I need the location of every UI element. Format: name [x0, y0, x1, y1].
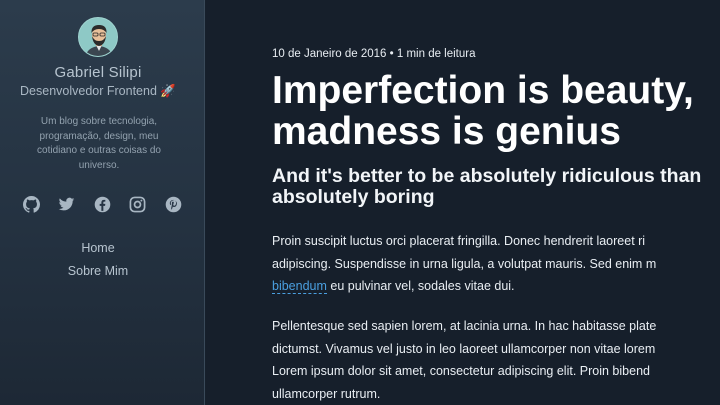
- sidebar-nav: Home Sobre Mim: [0, 237, 196, 283]
- github-icon[interactable]: [22, 195, 40, 213]
- avatar[interactable]: [78, 17, 118, 57]
- post-subtitle: And it's better to be absolutely ridicul…: [272, 166, 720, 208]
- post-meta: 10 de Janeiro de 2016 • 1 min de leitura: [272, 48, 476, 60]
- social-links: [22, 194, 182, 214]
- author-role: Desenvolvedor Frontend 🚀: [20, 84, 176, 98]
- bibendum-link[interactable]: bibendum: [272, 279, 327, 294]
- instagram-icon[interactable]: [129, 195, 147, 213]
- paragraph-1-line-3: eu pulvinar vel, sodales vitae dui.: [326, 279, 515, 293]
- paragraph-2-line-4: ullamcorper rutrum.: [272, 386, 381, 401]
- post-subtitle-line1: And it's better to be absolutely ridicul…: [272, 165, 702, 187]
- paragraph-1-line-1: Proin suscipit luctus orci placerat frin…: [272, 234, 646, 248]
- author-name: Gabriel Silipi: [54, 64, 142, 81]
- paragraph-1-line-2: adipiscing. Suspendisse in urna ligula, …: [272, 256, 657, 271]
- post-paragraph-2: Pellentesque sed sapien lorem, at lacini…: [272, 315, 720, 405]
- paragraph-2-line-2: dictumst. Vivamus vel justo in leo laore…: [272, 341, 656, 356]
- facebook-icon[interactable]: [93, 195, 111, 213]
- sidebar: Gabriel Silipi Desenvolvedor Frontend 🚀 …: [0, 0, 205, 405]
- twitter-icon[interactable]: [58, 195, 76, 213]
- nav-item-home[interactable]: Home: [0, 237, 196, 260]
- post-content: 10 de Janeiro de 2016 • 1 min de leitura…: [206, 0, 720, 405]
- paragraph-2-line-1: Pellentesque sed sapien lorem, at lacini…: [272, 319, 657, 333]
- post-paragraph-1: Proin suscipit luctus orci placerat frin…: [272, 230, 720, 298]
- avatar-illustration: [79, 18, 117, 56]
- post-title-line2: madness is genius: [272, 110, 621, 153]
- post-subtitle-line2: absolutely boring: [272, 186, 435, 208]
- paragraph-2-line-3: Lorem ipsum dolor sit amet, consectetur …: [272, 364, 650, 378]
- post-title: Imperfection is beauty, madness is geniu…: [272, 70, 720, 152]
- pinterest-icon[interactable]: [164, 195, 182, 213]
- post-title-line1: Imperfection is beauty,: [272, 69, 694, 112]
- nav-item-sobre-mim[interactable]: Sobre Mim: [0, 260, 196, 283]
- author-bio: Um blog sobre tecnologia, programação, d…: [37, 116, 161, 171]
